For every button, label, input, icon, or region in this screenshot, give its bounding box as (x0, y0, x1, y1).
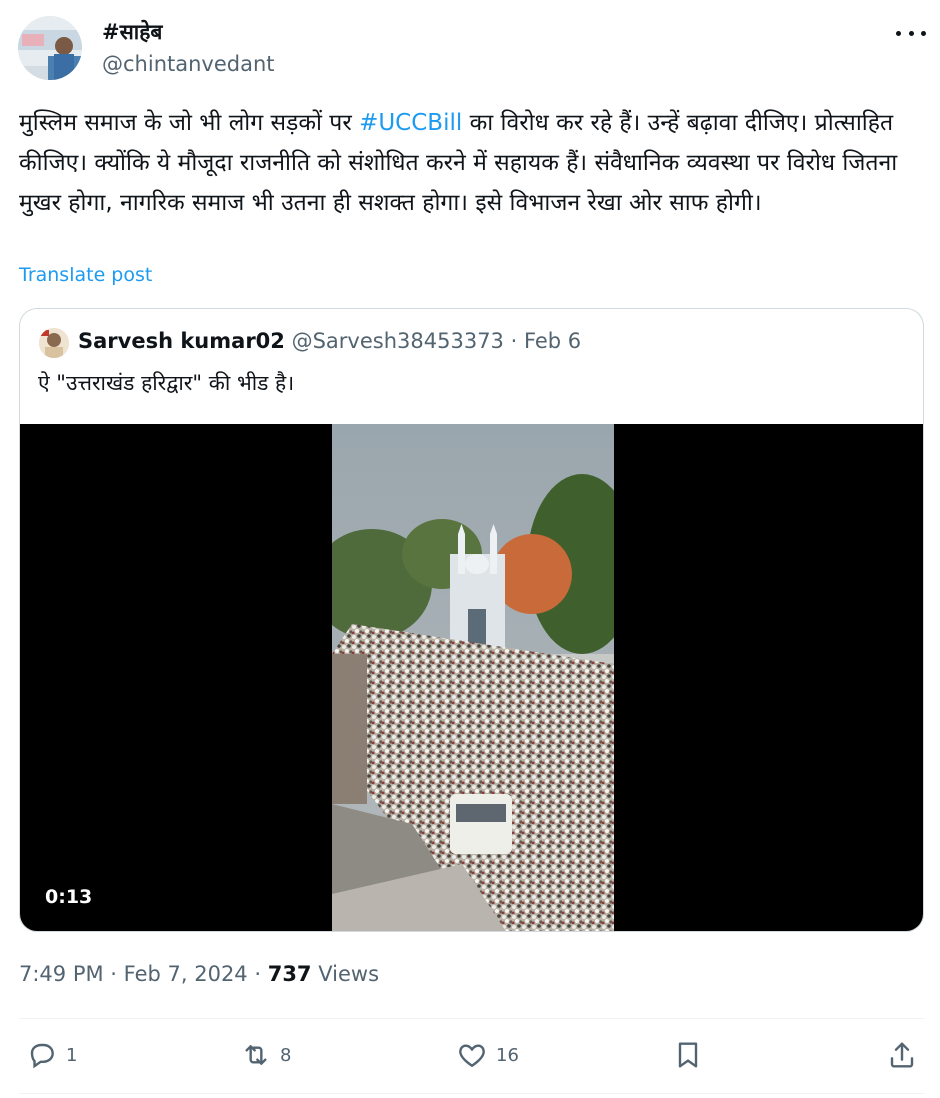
like-icon (459, 1044, 485, 1068)
quote-date[interactable]: Feb 6 (524, 329, 581, 353)
author-avatar[interactable] (18, 16, 82, 80)
hashtag-link[interactable]: #UCCBill (359, 110, 462, 136)
views-count: 737 (267, 962, 312, 986)
quote-display-name[interactable]: Sarvesh kumar02 (78, 329, 285, 353)
quote-handle[interactable]: @Sarvesh38453373 (292, 329, 504, 353)
quote-text: ऐ "उत्तराखंड हरिद्वार" की भीड है। (38, 371, 295, 395)
share-icon (890, 1042, 914, 1068)
divider (19, 1018, 924, 1019)
repost-icon (245, 1045, 267, 1065)
quote-avatar-image (39, 328, 69, 358)
video-duration: 0:13 (45, 886, 93, 908)
divider (19, 1093, 924, 1094)
bookmark-button[interactable] (672, 1038, 704, 1072)
post-time[interactable]: 7:49 PM (19, 962, 104, 986)
video-thumbnail (332, 424, 614, 931)
post-meta: 7:49 PM · Feb 7, 2024 · 737 Views (19, 962, 379, 986)
reply-icon (30, 1043, 54, 1069)
quote-header: Sarvesh kumar02 @Sarvesh38453373 · Feb 6 (78, 329, 581, 353)
translate-post-link[interactable]: Translate post (19, 264, 152, 286)
quote-separator: · (503, 329, 524, 353)
avatar-image (18, 16, 82, 80)
share-button[interactable] (886, 1038, 918, 1072)
meta-separator-1: · (103, 962, 124, 986)
author-display-name[interactable]: #साहेब (102, 18, 162, 46)
repost-button[interactable]: 8 (240, 1038, 291, 1072)
meta-separator-2: · (247, 962, 268, 986)
like-button[interactable]: 16 (456, 1038, 519, 1072)
quoted-post[interactable]: Sarvesh kumar02 @Sarvesh38453373 · Feb 6… (19, 308, 924, 932)
quote-author-avatar[interactable] (39, 328, 69, 358)
more-icon[interactable] (896, 26, 926, 40)
views-label: Views (318, 962, 380, 986)
post-text-before: मुस्लिम समाज के जो भी लोग सड़कों पर (19, 110, 360, 136)
reply-count: 1 (66, 1044, 78, 1066)
video-player[interactable]: 0:13 (20, 424, 923, 931)
like-count: 16 (496, 1044, 519, 1066)
post-date[interactable]: Feb 7, 2024 (124, 962, 248, 986)
bookmark-icon (678, 1042, 698, 1068)
repost-count: 8 (280, 1044, 292, 1066)
author-handle[interactable]: @chintanvedant (102, 52, 275, 76)
post-text: मुस्लिम समाज के जो भी लोग सड़कों पर #UCC… (19, 103, 919, 223)
reply-button[interactable]: 1 (26, 1038, 77, 1072)
